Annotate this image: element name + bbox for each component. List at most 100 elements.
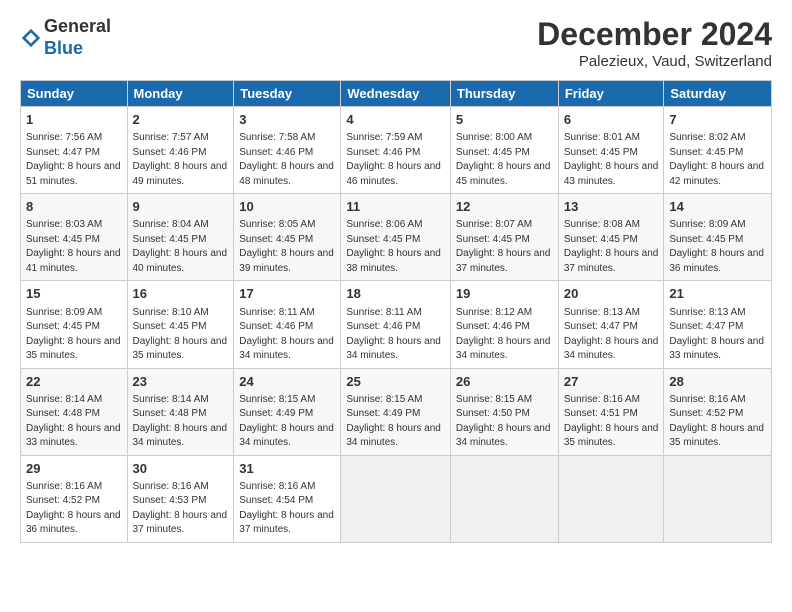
day-detail: Sunrise: 7:56 AMSunset: 4:47 PMDaylight:…	[26, 131, 122, 189]
day-detail: Sunrise: 8:02 AMSunset: 4:45 PMDaylight:…	[669, 131, 766, 189]
day-number: 31	[239, 460, 335, 478]
day-number: 21	[669, 285, 766, 303]
calendar-cell: 6Sunrise: 8:01 AMSunset: 4:45 PMDaylight…	[558, 107, 664, 194]
day-number: 8	[26, 198, 122, 216]
day-number: 24	[239, 373, 335, 391]
day-detail: Sunrise: 7:57 AMSunset: 4:46 PMDaylight:…	[133, 131, 229, 189]
day-detail: Sunrise: 8:09 AMSunset: 4:45 PMDaylight:…	[26, 306, 122, 364]
calendar-header-saturday: Saturday	[664, 81, 772, 107]
calendar-cell	[664, 455, 772, 542]
day-detail: Sunrise: 8:08 AMSunset: 4:45 PMDaylight:…	[564, 218, 659, 276]
day-detail: Sunrise: 8:14 AMSunset: 4:48 PMDaylight:…	[133, 393, 229, 451]
calendar-cell: 19 Sunrise: 8:12 AMSunset: 4:46 PMDayligh…	[450, 281, 558, 368]
day-number: 10	[239, 198, 335, 216]
day-number: 2	[133, 111, 229, 129]
day-number: 9	[133, 198, 229, 216]
calendar-cell: 13Sunrise: 8:08 AMSunset: 4:45 PMDayligh…	[558, 194, 664, 281]
calendar-week-5: 29 Sunrise: 8:16 AMSunset: 4:52 PMDayligh…	[21, 455, 772, 542]
calendar-cell: 2 Sunrise: 7:57 AMSunset: 4:46 PMDaylight…	[127, 107, 234, 194]
day-detail: Sunrise: 8:03 AMSunset: 4:45 PMDaylight:…	[26, 218, 122, 276]
calendar-cell: 17Sunrise: 8:11 AMSunset: 4:46 PMDayligh…	[234, 281, 341, 368]
day-detail: Sunrise: 8:12 AMSunset: 4:46 PMDaylight:…	[456, 306, 553, 364]
day-number: 19	[456, 285, 553, 303]
day-detail: Sunrise: 8:10 AMSunset: 4:45 PMDaylight:…	[133, 306, 229, 364]
day-detail: Sunrise: 7:59 AMSunset: 4:46 PMDaylight:…	[346, 131, 445, 189]
day-number: 28	[669, 373, 766, 391]
calendar-cell: 7 Sunrise: 8:02 AMSunset: 4:45 PMDaylight…	[664, 107, 772, 194]
calendar-cell	[341, 455, 451, 542]
calendar-cell: 9 Sunrise: 8:04 AMSunset: 4:45 PMDaylight…	[127, 194, 234, 281]
day-number: 7	[669, 111, 766, 129]
logo-icon	[20, 27, 42, 49]
day-detail: Sunrise: 8:16 AMSunset: 4:54 PMDaylight:…	[239, 480, 335, 538]
day-number: 11	[346, 198, 445, 216]
calendar-cell: 28 Sunrise: 8:16 AMSunset: 4:52 PMDayligh…	[664, 368, 772, 455]
calendar-header-sunday: Sunday	[21, 81, 128, 107]
day-detail: Sunrise: 8:14 AMSunset: 4:48 PMDaylight:…	[26, 393, 122, 451]
day-number: 1	[26, 111, 122, 129]
logo-general: General	[44, 16, 111, 36]
calendar-cell: 1 Sunrise: 7:56 AMSunset: 4:47 PMDaylight…	[21, 107, 128, 194]
calendar-cell: 23 Sunrise: 8:14 AMSunset: 4:48 PMDayligh…	[127, 368, 234, 455]
calendar-cell: 11 Sunrise: 8:06 AMSunset: 4:45 PMDayligh…	[341, 194, 451, 281]
logo: General Blue	[20, 16, 111, 59]
calendar-cell: 22 Sunrise: 8:14 AMSunset: 4:48 PMDayligh…	[21, 368, 128, 455]
calendar-header-tuesday: Tuesday	[234, 81, 341, 107]
calendar-cell: 31 Sunrise: 8:16 AMSunset: 4:54 PMDayligh…	[234, 455, 341, 542]
day-detail: Sunrise: 8:06 AMSunset: 4:45 PMDaylight:…	[346, 218, 445, 276]
day-detail: Sunrise: 8:15 AMSunset: 4:49 PMDaylight:…	[239, 393, 335, 451]
day-detail: Sunrise: 8:11 AMSunset: 4:46 PMDaylight:…	[346, 306, 445, 364]
day-number: 14	[669, 198, 766, 216]
calendar-header-row: SundayMondayTuesdayWednesdayThursdayFrid…	[21, 81, 772, 107]
day-number: 12	[456, 198, 553, 216]
calendar-cell: 4 Sunrise: 7:59 AMSunset: 4:46 PMDaylight…	[341, 107, 451, 194]
calendar-cell: 25Sunrise: 8:15 AMSunset: 4:49 PMDayligh…	[341, 368, 451, 455]
day-detail: Sunrise: 8:16 AMSunset: 4:51 PMDaylight:…	[564, 393, 659, 451]
page: General Blue December 2024 Palezieux, Va…	[0, 0, 792, 553]
day-number: 26	[456, 373, 553, 391]
calendar-cell: 5Sunrise: 8:00 AMSunset: 4:45 PMDaylight…	[450, 107, 558, 194]
calendar-cell: 14 Sunrise: 8:09 AMSunset: 4:45 PMDayligh…	[664, 194, 772, 281]
header: General Blue December 2024 Palezieux, Va…	[20, 16, 772, 70]
day-number: 29	[26, 460, 122, 478]
day-number: 30	[133, 460, 229, 478]
day-number: 22	[26, 373, 122, 391]
day-number: 18	[346, 285, 445, 303]
day-detail: Sunrise: 7:58 AMSunset: 4:46 PMDaylight:…	[239, 131, 335, 189]
calendar-cell: 29 Sunrise: 8:16 AMSunset: 4:52 PMDayligh…	[21, 455, 128, 542]
calendar-week-1: 1 Sunrise: 7:56 AMSunset: 4:47 PMDaylight…	[21, 107, 772, 194]
calendar-header-wednesday: Wednesday	[341, 81, 451, 107]
day-detail: Sunrise: 8:00 AMSunset: 4:45 PMDaylight:…	[456, 131, 553, 189]
calendar-header-friday: Friday	[558, 81, 664, 107]
calendar-cell: 3 Sunrise: 7:58 AMSunset: 4:46 PMDaylight…	[234, 107, 341, 194]
calendar-cell: 15 Sunrise: 8:09 AMSunset: 4:45 PMDayligh…	[21, 281, 128, 368]
day-number: 4	[346, 111, 445, 129]
day-detail: Sunrise: 8:07 AMSunset: 4:45 PMDaylight:…	[456, 218, 553, 276]
calendar-cell	[450, 455, 558, 542]
location: Palezieux, Vaud, Switzerland	[537, 53, 772, 70]
day-detail: Sunrise: 8:01 AMSunset: 4:45 PMDaylight:…	[564, 131, 659, 189]
day-detail: Sunrise: 8:05 AMSunset: 4:45 PMDaylight:…	[239, 218, 335, 276]
calendar-cell: 12 Sunrise: 8:07 AMSunset: 4:45 PMDayligh…	[450, 194, 558, 281]
logo-text: General Blue	[44, 16, 111, 59]
calendar-cell: 20Sunrise: 8:13 AMSunset: 4:47 PMDayligh…	[558, 281, 664, 368]
day-number: 15	[26, 285, 122, 303]
calendar-cell: 16Sunrise: 8:10 AMSunset: 4:45 PMDayligh…	[127, 281, 234, 368]
calendar-week-4: 22 Sunrise: 8:14 AMSunset: 4:48 PMDayligh…	[21, 368, 772, 455]
day-number: 27	[564, 373, 659, 391]
day-detail: Sunrise: 8:04 AMSunset: 4:45 PMDaylight:…	[133, 218, 229, 276]
calendar-week-2: 8 Sunrise: 8:03 AMSunset: 4:45 PMDaylight…	[21, 194, 772, 281]
calendar-header-monday: Monday	[127, 81, 234, 107]
day-detail: Sunrise: 8:09 AMSunset: 4:45 PMDaylight:…	[669, 218, 766, 276]
day-number: 23	[133, 373, 229, 391]
calendar-cell	[558, 455, 664, 542]
day-number: 20	[564, 285, 659, 303]
day-detail: Sunrise: 8:16 AMSunset: 4:52 PMDaylight:…	[669, 393, 766, 451]
day-detail: Sunrise: 8:15 AMSunset: 4:50 PMDaylight:…	[456, 393, 553, 451]
day-number: 3	[239, 111, 335, 129]
day-detail: Sunrise: 8:16 AMSunset: 4:53 PMDaylight:…	[133, 480, 229, 538]
day-detail: Sunrise: 8:11 AMSunset: 4:46 PMDaylight:…	[239, 306, 335, 364]
title-section: December 2024 Palezieux, Vaud, Switzerla…	[537, 16, 772, 70]
calendar-cell: 18 Sunrise: 8:11 AMSunset: 4:46 PMDayligh…	[341, 281, 451, 368]
day-detail: Sunrise: 8:16 AMSunset: 4:52 PMDaylight:…	[26, 480, 122, 538]
